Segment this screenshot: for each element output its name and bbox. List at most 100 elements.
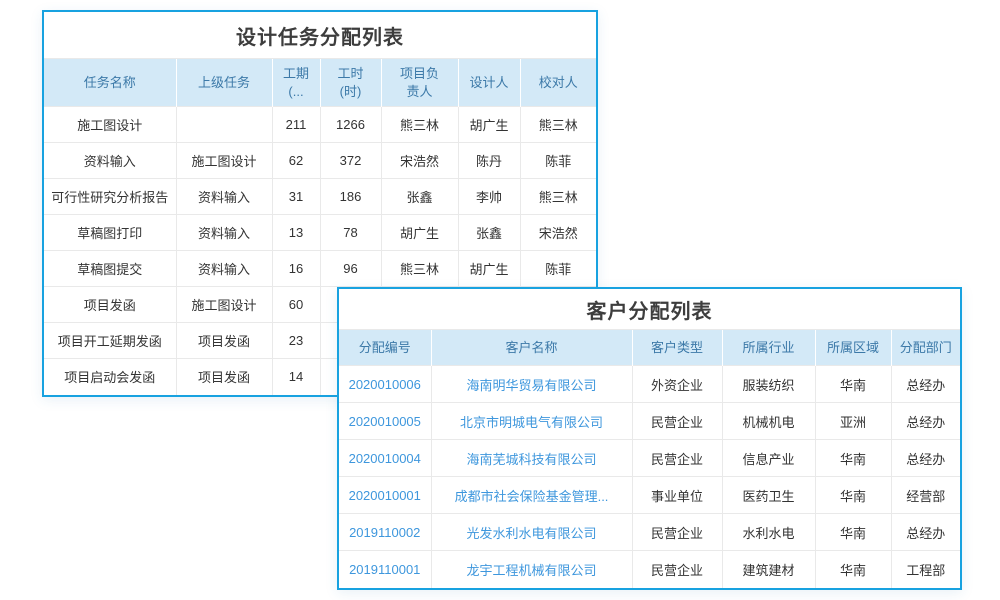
design-task-cell: 14 bbox=[272, 359, 320, 395]
customer-column-header: 分配编号 bbox=[339, 330, 431, 366]
design-task-cell: 草稿图打印 bbox=[44, 215, 176, 251]
design-task-cell: 熊三林 bbox=[520, 107, 596, 143]
design-task-table-header: 任务名称上级任务工期 (...工时 (时)项目负 责人设计人校对人 bbox=[44, 59, 596, 107]
design-task-cell: 胡广生 bbox=[458, 107, 520, 143]
design-task-cell: 78 bbox=[320, 215, 381, 251]
customer-name-link[interactable]: 北京市明城电气有限公司 bbox=[431, 403, 632, 440]
design-task-cell: 资料输入 bbox=[176, 215, 272, 251]
design-task-cell: 项目开工延期发函 bbox=[44, 323, 176, 359]
design-task-column-header: 设计人 bbox=[458, 59, 520, 107]
customer-id-link[interactable]: 2020010006 bbox=[339, 366, 431, 403]
design-task-cell: 胡广生 bbox=[381, 215, 458, 251]
design-task-row: 草稿图提交资料输入1696熊三林胡广生陈菲 bbox=[44, 251, 596, 287]
design-task-cell: 16 bbox=[272, 251, 320, 287]
customer-cell: 华南 bbox=[815, 440, 891, 477]
customer-table: 分配编号客户名称客户类型所属行业所属区域分配部门 2020010006海南明华贸… bbox=[339, 329, 960, 588]
customer-allocation-panel: 客户分配列表 分配编号客户名称客户类型所属行业所属区域分配部门 20200100… bbox=[337, 287, 962, 590]
customer-cell: 机械机电 bbox=[722, 403, 815, 440]
design-task-cell: 资料输入 bbox=[176, 179, 272, 215]
customer-row: 2019110002光发水利水电有限公司民营企业水利水电华南总经办 bbox=[339, 514, 960, 551]
design-task-cell: 熊三林 bbox=[381, 251, 458, 287]
customer-cell: 总经办 bbox=[891, 440, 960, 477]
customer-cell: 信息产业 bbox=[722, 440, 815, 477]
design-task-cell: 张鑫 bbox=[458, 215, 520, 251]
customer-cell: 民营企业 bbox=[632, 403, 722, 440]
design-task-column-header: 上级任务 bbox=[176, 59, 272, 107]
design-task-cell: 李帅 bbox=[458, 179, 520, 215]
customer-cell: 服装纺织 bbox=[722, 366, 815, 403]
customer-name-link[interactable]: 光发水利水电有限公司 bbox=[431, 514, 632, 551]
design-task-cell: 1266 bbox=[320, 107, 381, 143]
design-task-column-header: 项目负 责人 bbox=[381, 59, 458, 107]
customer-cell: 总经办 bbox=[891, 403, 960, 440]
design-task-column-header: 工期 (... bbox=[272, 59, 320, 107]
design-task-cell: 13 bbox=[272, 215, 320, 251]
customer-id-link[interactable]: 2019110001 bbox=[339, 551, 431, 588]
design-task-cell: 项目发函 bbox=[176, 323, 272, 359]
customer-row: 2020010001成都市社会保险基金管理...事业单位医药卫生华南经营部 bbox=[339, 477, 960, 514]
customer-column-header: 所属行业 bbox=[722, 330, 815, 366]
design-task-column-header: 工时 (时) bbox=[320, 59, 381, 107]
design-task-row: 可行性研究分析报告资料输入31186张鑫李帅熊三林 bbox=[44, 179, 596, 215]
customer-cell: 事业单位 bbox=[632, 477, 722, 514]
design-task-cell: 陈菲 bbox=[520, 143, 596, 179]
customer-row: 2020010005北京市明城电气有限公司民营企业机械机电亚洲总经办 bbox=[339, 403, 960, 440]
customer-column-header: 所属区域 bbox=[815, 330, 891, 366]
customer-id-link[interactable]: 2020010004 bbox=[339, 440, 431, 477]
design-task-cell: 31 bbox=[272, 179, 320, 215]
customer-cell: 民营企业 bbox=[632, 440, 722, 477]
design-task-cell: 可行性研究分析报告 bbox=[44, 179, 176, 215]
customer-id-link[interactable]: 2020010005 bbox=[339, 403, 431, 440]
design-task-cell: 陈菲 bbox=[520, 251, 596, 287]
customer-cell: 水利水电 bbox=[722, 514, 815, 551]
customer-header-row: 分配编号客户名称客户类型所属行业所属区域分配部门 bbox=[339, 330, 960, 366]
customer-cell: 华南 bbox=[815, 551, 891, 588]
design-task-cell: 宋浩然 bbox=[520, 215, 596, 251]
design-task-cell: 资料输入 bbox=[176, 251, 272, 287]
customer-name-link[interactable]: 海南芜城科技有限公司 bbox=[431, 440, 632, 477]
customer-cell: 经营部 bbox=[891, 477, 960, 514]
customer-cell: 外资企业 bbox=[632, 366, 722, 403]
design-task-cell: 草稿图提交 bbox=[44, 251, 176, 287]
customer-name-link[interactable]: 海南明华贸易有限公司 bbox=[431, 366, 632, 403]
design-task-row: 草稿图打印资料输入1378胡广生张鑫宋浩然 bbox=[44, 215, 596, 251]
customer-cell: 民营企业 bbox=[632, 514, 722, 551]
design-task-cell: 211 bbox=[272, 107, 320, 143]
design-task-cell: 施工图设计 bbox=[176, 143, 272, 179]
design-task-cell: 张鑫 bbox=[381, 179, 458, 215]
page: 设计任务分配列表 任务名称上级任务工期 (...工时 (时)项目负 责人设计人校… bbox=[0, 0, 1000, 600]
customer-row: 2020010006海南明华贸易有限公司外资企业服装纺织华南总经办 bbox=[339, 366, 960, 403]
customer-table-body: 2020010006海南明华贸易有限公司外资企业服装纺织华南总经办2020010… bbox=[339, 366, 960, 588]
design-task-column-header: 任务名称 bbox=[44, 59, 176, 107]
design-task-cell: 60 bbox=[272, 287, 320, 323]
design-task-header-row: 任务名称上级任务工期 (...工时 (时)项目负 责人设计人校对人 bbox=[44, 59, 596, 107]
customer-row: 2020010004海南芜城科技有限公司民营企业信息产业华南总经办 bbox=[339, 440, 960, 477]
design-task-table-title: 设计任务分配列表 bbox=[44, 12, 596, 58]
design-task-cell: 陈丹 bbox=[458, 143, 520, 179]
customer-cell: 华南 bbox=[815, 477, 891, 514]
customer-table-header: 分配编号客户名称客户类型所属行业所属区域分配部门 bbox=[339, 330, 960, 366]
design-task-cell: 62 bbox=[272, 143, 320, 179]
design-task-cell: 23 bbox=[272, 323, 320, 359]
design-task-cell: 项目发函 bbox=[44, 287, 176, 323]
customer-cell: 亚洲 bbox=[815, 403, 891, 440]
design-task-cell: 熊三林 bbox=[381, 107, 458, 143]
customer-id-link[interactable]: 2019110002 bbox=[339, 514, 431, 551]
design-task-cell: 186 bbox=[320, 179, 381, 215]
design-task-cell: 施工图设计 bbox=[44, 107, 176, 143]
design-task-column-header: 校对人 bbox=[520, 59, 596, 107]
customer-column-header: 客户类型 bbox=[632, 330, 722, 366]
customer-cell: 医药卫生 bbox=[722, 477, 815, 514]
design-task-cell: 项目发函 bbox=[176, 359, 272, 395]
customer-cell: 总经办 bbox=[891, 366, 960, 403]
design-task-cell: 宋浩然 bbox=[381, 143, 458, 179]
customer-cell: 建筑建材 bbox=[722, 551, 815, 588]
customer-name-link[interactable]: 龙宇工程机械有限公司 bbox=[431, 551, 632, 588]
customer-id-link[interactable]: 2020010001 bbox=[339, 477, 431, 514]
design-task-cell: 资料输入 bbox=[44, 143, 176, 179]
customer-column-header: 分配部门 bbox=[891, 330, 960, 366]
design-task-cell: 96 bbox=[320, 251, 381, 287]
design-task-cell: 372 bbox=[320, 143, 381, 179]
design-task-cell: 熊三林 bbox=[520, 179, 596, 215]
customer-name-link[interactable]: 成都市社会保险基金管理... bbox=[431, 477, 632, 514]
